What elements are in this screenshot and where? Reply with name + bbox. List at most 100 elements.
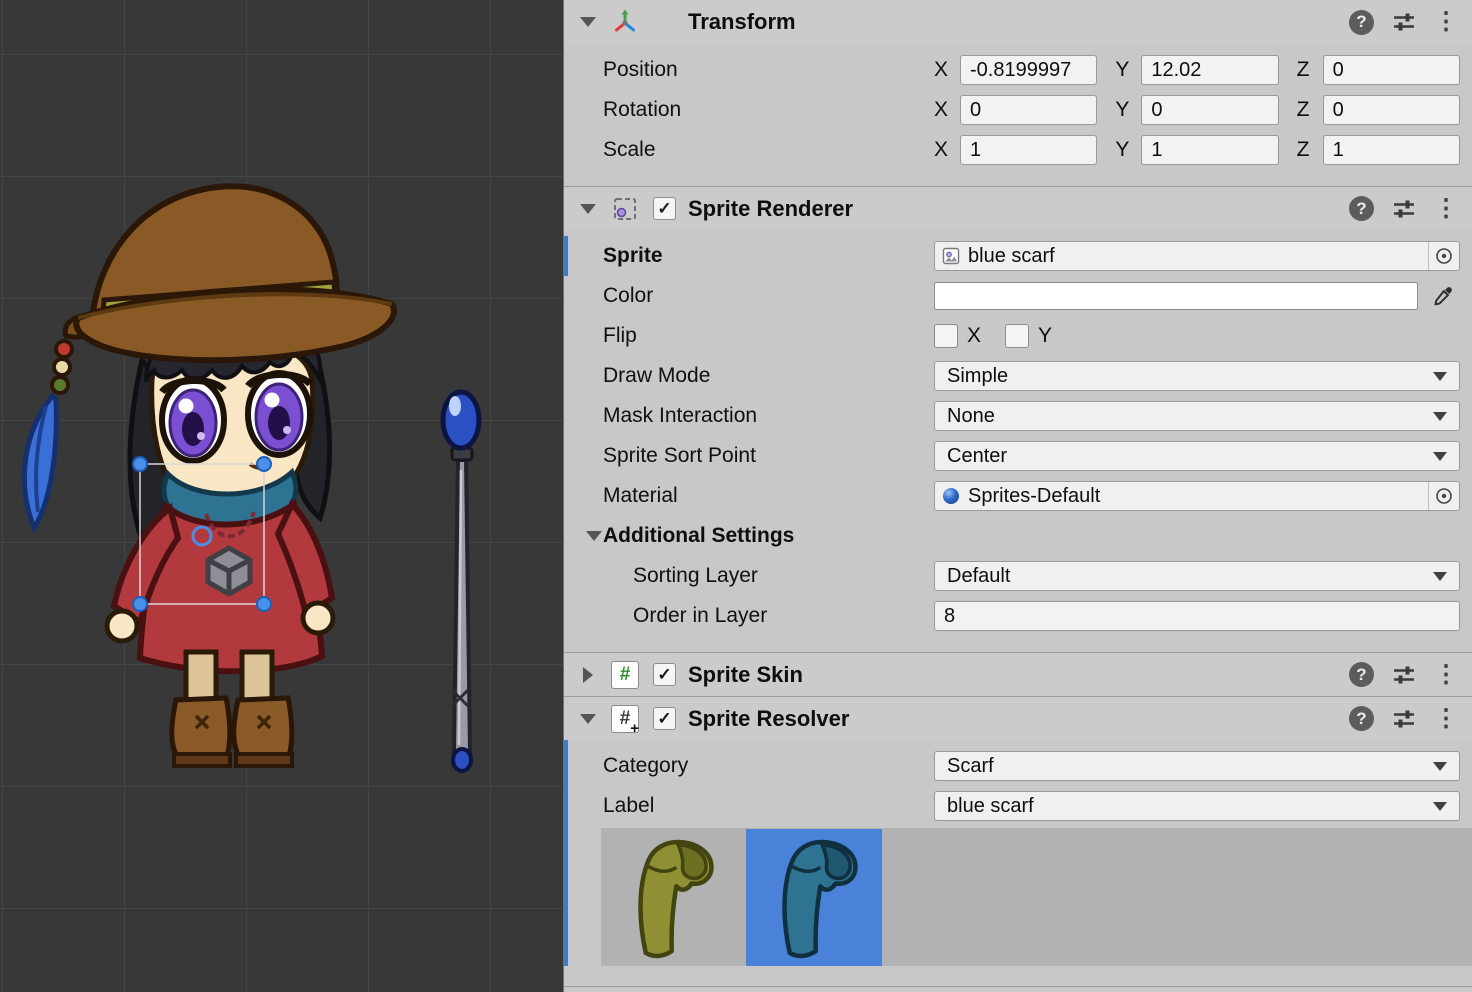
more-options-icon[interactable]: ⋮ [1434,663,1458,687]
rotation-x-value: 0 [970,99,981,122]
variant-blue-scarf[interactable] [746,829,882,966]
position-x-field[interactable]: -0.8199997 [960,55,1097,85]
sprite-resolver-enabled-checkbox[interactable]: ✓ [653,707,676,730]
scale-y-value: 1 [1151,139,1162,162]
sorting-layer-label: Sorting Layer [603,564,934,588]
chevron-down-icon [1433,452,1447,461]
position-row: Position X -0.8199997 Y 12.02 Z 0 [564,50,1472,90]
scene-view[interactable] [0,0,563,992]
color-swatch[interactable] [934,282,1418,310]
category-row: Category Scarf [564,746,1472,786]
sprite-label: Sprite [603,244,934,268]
selection-handle[interactable] [257,597,271,611]
presets-icon[interactable] [1391,9,1417,35]
order-in-layer-value: 8 [944,605,955,628]
label-label: Label [603,794,934,818]
position-z-field[interactable]: 0 [1323,55,1460,85]
scale-y-field[interactable]: 1 [1141,135,1278,165]
inspector-panel: Transform ? ⋮ Position X -0.8199997 Y 12… [563,0,1472,992]
color-label: Color [603,284,934,308]
scale-x-field[interactable]: 1 [960,135,1097,165]
presets-icon[interactable] [1391,662,1417,688]
selection-handle[interactable] [133,597,147,611]
rotation-y-field[interactable]: 0 [1141,95,1278,125]
transform-header[interactable]: Transform ? ⋮ [564,0,1472,44]
flip-y-checkbox[interactable] [1005,324,1029,348]
help-icon[interactable]: ? [1349,196,1374,221]
rotation-x-field[interactable]: 0 [960,95,1097,125]
mask-interaction-dropdown[interactable]: None [934,401,1460,431]
help-icon[interactable]: ? [1349,10,1374,35]
foldout-open-icon[interactable] [579,699,597,739]
flip-y-label: Y [1038,324,1052,348]
foldout-open-icon[interactable] [579,2,597,42]
order-in-layer-field[interactable]: 8 [934,601,1460,631]
sprite-skin-enabled-checkbox[interactable]: ✓ [653,663,676,686]
help-icon[interactable]: ? [1349,662,1374,687]
foldout-open-icon[interactable] [585,516,603,556]
sprite-skin-title: Sprite Skin [688,662,803,688]
component-end-separator [564,966,1472,987]
sprite-sort-point-dropdown[interactable]: Center [934,441,1460,471]
position-y-value: 12.02 [1151,59,1201,82]
sorting-layer-value: Default [947,565,1010,588]
sprite-renderer-header[interactable]: ✓ Sprite Renderer ? ⋮ [564,186,1472,230]
selection-handle[interactable] [257,457,271,471]
transform-title: Transform [688,9,796,35]
override-bar-sprite [564,236,568,276]
position-x-value: -0.8199997 [970,59,1071,82]
scale-z-value: 1 [1333,139,1344,162]
sprite-value: blue scarf [968,245,1055,268]
scene-artwork [0,0,563,992]
variant-green-scarf[interactable] [602,829,738,966]
sprite-sort-point-value: Center [947,445,1007,468]
rotation-y-value: 0 [1151,99,1162,122]
material-label: Material [603,484,934,508]
staff-sprite[interactable] [443,392,479,771]
material-value: Sprites-Default [968,485,1100,508]
flip-x-checkbox[interactable] [934,324,958,348]
material-icon [941,486,961,506]
sprite-skin-header[interactable]: # ✓ Sprite Skin ? ⋮ [564,652,1472,696]
flip-x-label: X [967,324,981,348]
material-object-field[interactable]: Sprites-Default [934,481,1460,511]
witch-character-sprite[interactable] [24,186,393,766]
more-options-icon[interactable]: ⋮ [1434,10,1458,34]
z-axis-label: Z [1297,138,1317,162]
more-options-icon[interactable]: ⋮ [1434,707,1458,731]
selection-handle[interactable] [133,457,147,471]
sorting-layer-dropdown[interactable]: Default [934,561,1460,591]
y-axis-label: Y [1115,98,1135,122]
draw-mode-label: Draw Mode [603,364,934,388]
eyedropper-icon[interactable] [1426,282,1460,310]
object-picker-icon[interactable] [1428,482,1454,510]
help-icon[interactable]: ? [1349,706,1374,731]
presets-icon[interactable] [1391,196,1417,222]
presets-icon[interactable] [1391,706,1417,732]
more-options-icon[interactable]: ⋮ [1434,197,1458,221]
scale-z-field[interactable]: 1 [1323,135,1460,165]
label-dropdown[interactable]: blue scarf [934,791,1460,821]
object-picker-icon[interactable] [1428,242,1454,270]
additional-settings-foldout[interactable]: Additional Settings [564,516,1472,556]
sprite-object-field[interactable]: blue scarf [934,241,1460,271]
chevron-down-icon [1433,372,1447,381]
y-axis-label: Y [1115,58,1135,82]
sprite-renderer-enabled-checkbox[interactable]: ✓ [653,197,676,220]
sprite-resolver-header[interactable]: #+ ✓ Sprite Resolver ? ⋮ [564,696,1472,740]
order-in-layer-label: Order in Layer [603,604,934,628]
rotation-z-field[interactable]: 0 [1323,95,1460,125]
foldout-open-icon[interactable] [579,189,597,229]
sorting-layer-row: Sorting Layer Default [564,556,1472,596]
scale-row: Scale X 1 Y 1 Z 1 [564,130,1472,170]
hash-icon: # [620,708,631,730]
position-y-field[interactable]: 12.02 [1141,55,1278,85]
scale-label: Scale [603,138,934,162]
category-label: Category [603,754,934,778]
draw-mode-value: Simple [947,365,1008,388]
category-dropdown[interactable]: Scarf [934,751,1460,781]
draw-mode-row: Draw Mode Simple [564,356,1472,396]
draw-mode-dropdown[interactable]: Simple [934,361,1460,391]
chevron-down-icon [1433,572,1447,581]
foldout-closed-icon[interactable] [579,655,597,695]
